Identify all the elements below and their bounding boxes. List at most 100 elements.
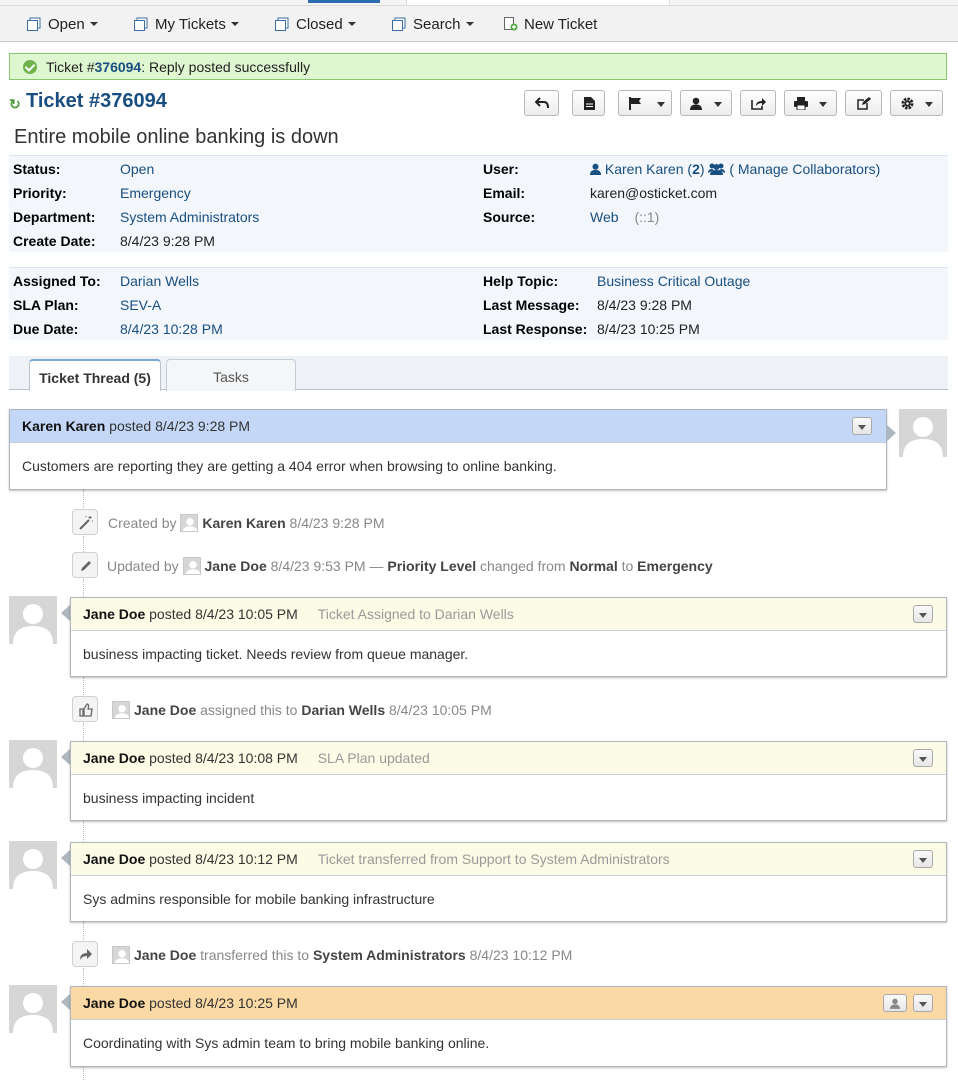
user-value[interactable]: Karen Karen (2) ( Manage Collaborators)	[590, 161, 880, 177]
note-header: Jane Doe posted 8/4/23 10:05 PM Ticket A…	[71, 598, 946, 631]
poster-name: Jane Doe	[83, 851, 146, 867]
avatar	[899, 409, 947, 457]
assigned-value[interactable]: Darian Wells	[120, 273, 199, 289]
ticket-info-table: Status: Open User: Karen Karen (2) ( Man…	[9, 155, 948, 252]
message-body: Customers are reporting they are getting…	[22, 458, 557, 474]
post-time: posted 8/4/23 10:08 PM	[149, 750, 298, 766]
avatar	[9, 985, 57, 1033]
poster-name: Jane Doe	[83, 750, 146, 766]
ticket-title[interactable]: Ticket #376094	[26, 90, 167, 113]
gear-icon	[901, 97, 914, 110]
print-pdf-button[interactable]	[572, 90, 605, 116]
assigned-row: Assigned To: Darian Wells Help Topic: Bu…	[9, 273, 948, 293]
thread-event-created: Created by Karen Karen 8/4/23 9:28 PM	[72, 509, 492, 535]
note-options-button[interactable]	[913, 605, 933, 623]
flag-button[interactable]	[618, 90, 672, 116]
due-label: Due Date:	[13, 321, 79, 337]
timeline-line	[83, 536, 84, 552]
tab-ticket-thread[interactable]: Ticket Thread (5)	[29, 359, 161, 391]
refresh-icon[interactable]: ↻	[9, 96, 21, 113]
nav-new-ticket[interactable]: New Ticket	[502, 16, 597, 33]
help-topic-value[interactable]: Business Critical Outage	[597, 273, 750, 289]
settings-button[interactable]	[890, 90, 943, 116]
note-body: business impacting incident	[83, 790, 255, 806]
bubble-pointer	[61, 850, 70, 866]
transfer-button[interactable]	[740, 90, 776, 116]
department-label: Department:	[13, 209, 96, 225]
nav-search[interactable]: Search	[391, 16, 474, 33]
department-row: Department: System Administrators Source…	[9, 209, 948, 229]
user-ticket-count: 2	[692, 161, 700, 177]
avatar	[9, 740, 57, 788]
create-date-label: Create Date:	[13, 233, 96, 249]
tab-tasks[interactable]: Tasks	[166, 359, 296, 391]
status-value[interactable]: Open	[120, 161, 154, 177]
poster-name: Jane Doe	[83, 606, 146, 622]
department-value[interactable]: System Administrators	[120, 209, 259, 225]
note-options-button[interactable]	[913, 749, 933, 767]
tickets-icon	[275, 17, 289, 31]
check-circle-icon	[23, 60, 37, 74]
poster-name: Jane Doe	[83, 995, 146, 1011]
source-value[interactable]: Web	[590, 209, 619, 225]
avatar	[9, 841, 57, 889]
success-message: Ticket #376094: Reply posted successfull…	[9, 53, 947, 80]
edit-icon	[857, 97, 871, 110]
chevron-down-icon	[347, 22, 356, 26]
small-avatar	[112, 946, 130, 964]
thread-tabs: Ticket Thread (5) Tasks	[9, 356, 948, 391]
chevron-down-icon	[714, 102, 722, 107]
user-icon	[890, 998, 900, 1009]
thread-note: Jane Doe posted 8/4/23 10:05 PM Ticket A…	[70, 597, 947, 677]
event-user: Jane Doe	[134, 702, 197, 718]
thread-event-updated: Updated by Jane Doe 8/4/23 9:53 PM — Pri…	[72, 552, 772, 578]
note-options-button[interactable]	[913, 850, 933, 868]
response-options-button[interactable]	[913, 994, 933, 1012]
event-user: Jane Doe	[204, 558, 267, 574]
thread-event-assigned: Jane Doe assigned this to Darian Wells 8…	[72, 696, 532, 722]
message-header: Karen Karen posted 8/4/23 9:28 PM	[10, 410, 886, 443]
thread-response: Jane Doe posted 8/4/23 10:25 PM Coordina…	[70, 986, 947, 1067]
thread-note: Jane Doe posted 8/4/23 10:08 PM SLA Plan…	[70, 741, 947, 821]
timeline-line	[83, 490, 84, 510]
recipients-button[interactable]	[883, 994, 907, 1012]
reply-button[interactable]	[524, 90, 559, 116]
manage-collaborators-link[interactable]: ( Manage Collaborators)	[729, 161, 880, 177]
chevron-down-icon	[919, 858, 927, 863]
chevron-down-icon	[657, 102, 665, 107]
thread-note: Jane Doe posted 8/4/23 10:12 PM Ticket t…	[70, 842, 947, 922]
nav-open[interactable]: Open	[26, 16, 98, 33]
user-label: User:	[483, 161, 519, 177]
timeline-line	[83, 922, 84, 942]
due-value[interactable]: 8/4/23 10:28 PM	[120, 321, 223, 337]
assign-button[interactable]	[680, 90, 732, 116]
source-label: Source:	[483, 209, 536, 225]
tickets-icon	[134, 17, 148, 31]
sub-navigation: Open My Tickets Closed Search New Ticket	[0, 6, 958, 42]
note-header: Jane Doe posted 8/4/23 10:08 PM SLA Plan…	[71, 742, 946, 775]
note-title: Ticket Assigned to Darian Wells	[317, 606, 514, 622]
ticket-number-link[interactable]: 376094	[95, 59, 142, 75]
flag-icon	[629, 97, 641, 110]
small-avatar	[182, 557, 201, 575]
timeline-line	[83, 821, 84, 842]
sla-value[interactable]: SEV-A	[120, 297, 161, 313]
document-icon	[584, 97, 595, 110]
nav-my-tickets[interactable]: My Tickets	[133, 16, 239, 33]
default-avatar-icon	[13, 849, 53, 889]
print-button[interactable]	[784, 90, 837, 116]
user-icon	[690, 97, 702, 110]
user-name[interactable]: Karen Karen	[605, 161, 684, 177]
edit-button[interactable]	[845, 90, 882, 116]
timeline-line	[83, 968, 84, 986]
timeline-line	[83, 1067, 84, 1080]
sla-label: SLA Plan:	[13, 297, 79, 313]
priority-value[interactable]: Emergency	[120, 185, 191, 201]
chevron-down-icon	[919, 613, 927, 618]
timeline-line	[83, 723, 84, 741]
note-header: Jane Doe posted 8/4/23 10:12 PM Ticket t…	[71, 843, 946, 876]
last-message-value: 8/4/23 9:28 PM	[597, 297, 692, 313]
message-options-button[interactable]	[852, 417, 872, 435]
nav-closed[interactable]: Closed	[274, 16, 356, 33]
status-row: Status: Open User: Karen Karen (2) ( Man…	[9, 161, 948, 181]
